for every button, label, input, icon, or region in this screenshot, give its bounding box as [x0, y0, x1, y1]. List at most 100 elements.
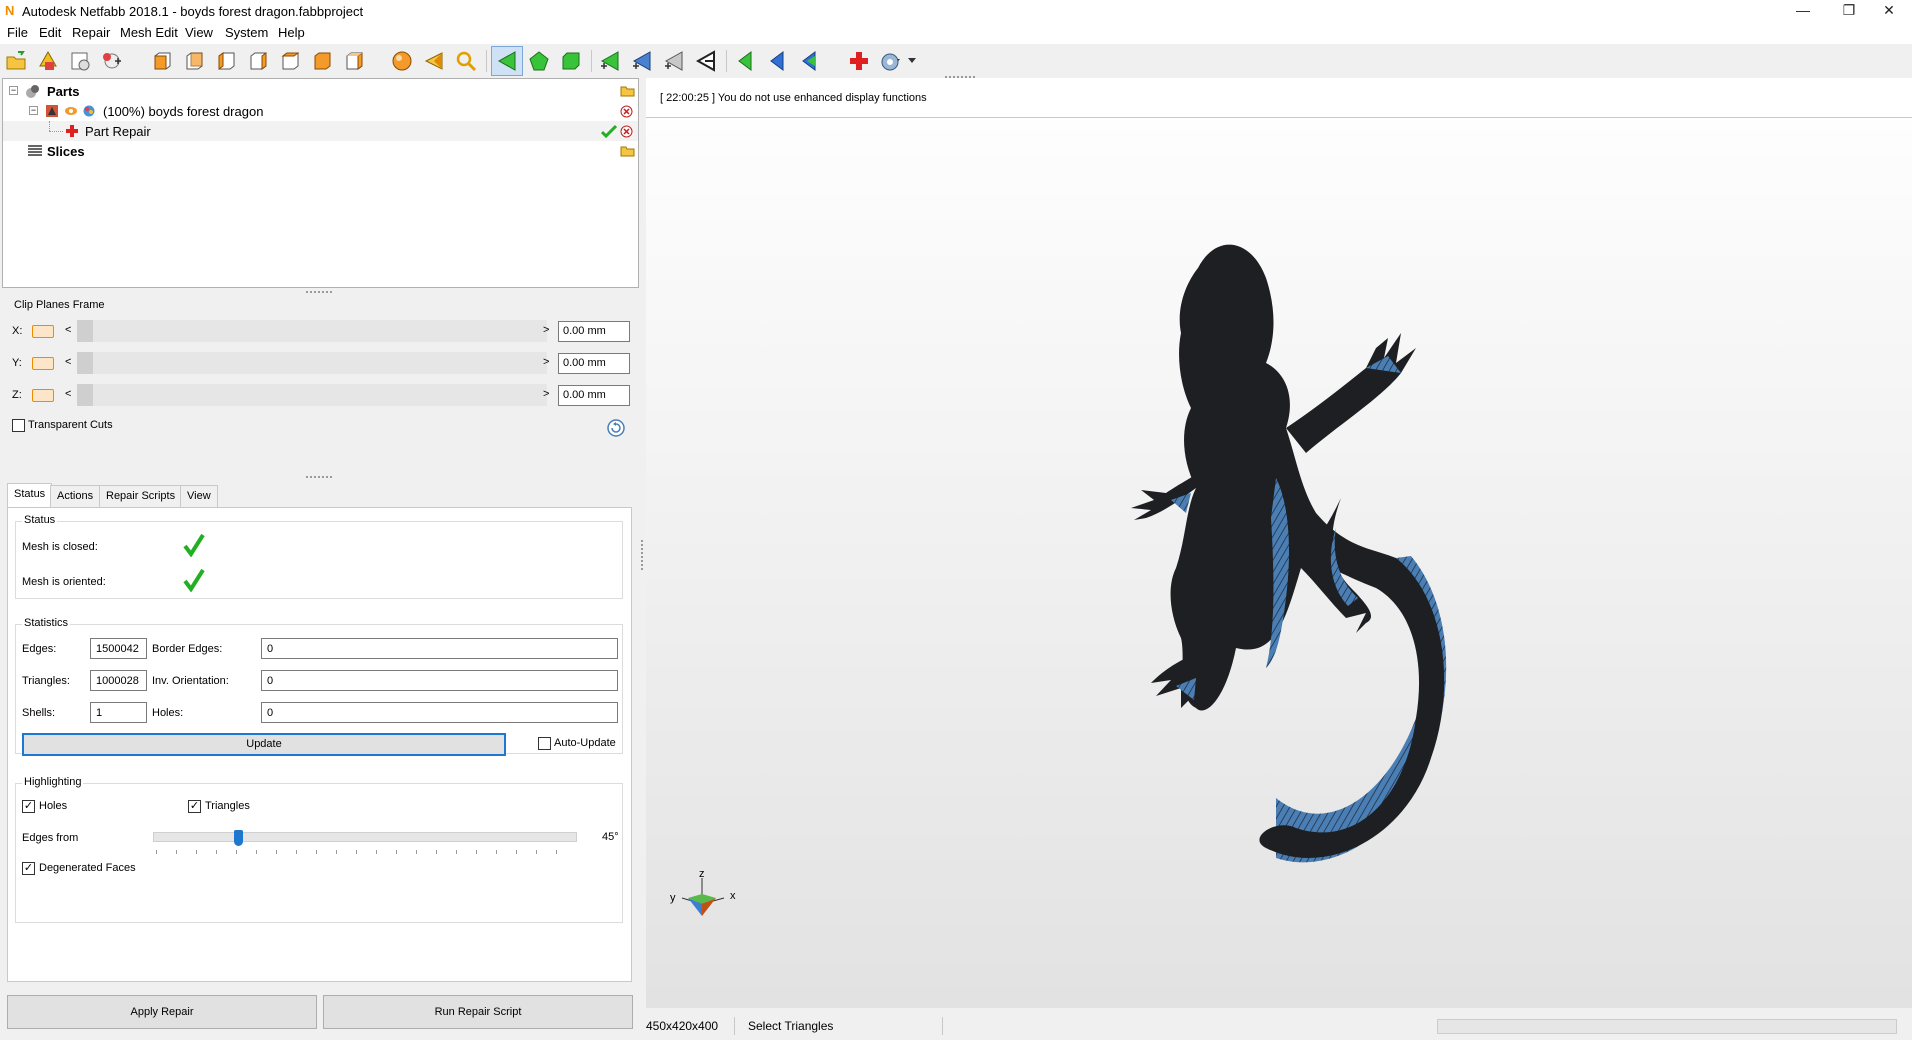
- transparent-cuts-checkbox[interactable]: [12, 419, 25, 432]
- view-front-icon[interactable]: [150, 49, 174, 73]
- remove-part-icon[interactable]: [620, 105, 633, 118]
- apply-check-icon[interactable]: [601, 124, 617, 138]
- add-part-icon[interactable]: [36, 49, 60, 73]
- color-palette-icon[interactable]: [83, 105, 95, 117]
- folder-open-icon[interactable]: [620, 143, 635, 157]
- cancel-repair-icon[interactable]: [620, 125, 633, 138]
- toolbar-separator: [591, 50, 592, 72]
- update-button[interactable]: Update: [22, 733, 506, 756]
- clip-value-y[interactable]: 0.00 mm: [558, 353, 630, 374]
- clip-plane-toggle[interactable]: [32, 389, 54, 402]
- tree-node-part[interactable]: − (100%) boyds forest dragon: [3, 101, 638, 121]
- splitter-grip[interactable]: [306, 476, 332, 478]
- view-back-icon[interactable]: [182, 49, 206, 73]
- tree-node-part-repair[interactable]: Part Repair: [3, 121, 638, 141]
- slider-thumb[interactable]: [77, 384, 93, 406]
- progress-bar: [1437, 1019, 1897, 1034]
- zoom-icon[interactable]: [454, 49, 478, 73]
- triangles-field[interactable]: 1000028: [90, 670, 147, 691]
- open-project-icon[interactable]: [4, 49, 28, 73]
- clip-value-x[interactable]: 0.00 mm: [558, 321, 630, 342]
- add-icon[interactable]: [100, 49, 124, 73]
- folder-open-icon[interactable]: [620, 83, 635, 97]
- view-bottom-icon[interactable]: [310, 49, 334, 73]
- collapse-toggle-icon[interactable]: −: [9, 86, 18, 95]
- visibility-eye-icon[interactable]: [65, 106, 77, 116]
- 3d-viewport[interactable]: [ 22:00:25 ] You do not use enhanced dis…: [646, 78, 1912, 1008]
- load-icon[interactable]: [68, 49, 92, 73]
- holes-checkbox[interactable]: ✓: [22, 800, 35, 813]
- select-triangle-icon[interactable]: [495, 49, 519, 73]
- edges-angle-value: 45°: [602, 831, 619, 843]
- tri-brush-icon[interactable]: [694, 49, 718, 73]
- tri-gray-icon[interactable]: [662, 49, 686, 73]
- green-blue-arrow-icon[interactable]: [797, 49, 821, 73]
- clip-planes-title: Clip Planes Frame: [14, 299, 105, 311]
- repair-cross-icon[interactable]: [847, 49, 871, 73]
- run-repair-script-button[interactable]: Run Repair Script: [323, 995, 633, 1029]
- clip-decrement[interactable]: <: [65, 356, 71, 368]
- slider-thumb[interactable]: [77, 320, 93, 342]
- view-left-icon[interactable]: [214, 49, 238, 73]
- chevron-down-icon[interactable]: [908, 58, 916, 64]
- clip-increment[interactable]: >: [543, 324, 549, 336]
- menu-system[interactable]: System: [225, 25, 268, 40]
- triangles-checkbox[interactable]: ✓: [188, 800, 201, 813]
- view-iso-icon[interactable]: [342, 49, 366, 73]
- highlighting-group-title: Highlighting: [22, 776, 84, 788]
- shells-field[interactable]: 1: [90, 702, 147, 723]
- clip-decrement[interactable]: <: [65, 324, 71, 336]
- splitter-grip[interactable]: [306, 291, 332, 293]
- clip-plane-toggle[interactable]: [32, 325, 54, 338]
- blue-arrow-left-icon[interactable]: [765, 49, 789, 73]
- view-top-icon[interactable]: [278, 49, 302, 73]
- clip-increment[interactable]: >: [543, 356, 549, 368]
- clip-slider-z[interactable]: [77, 384, 547, 406]
- view-right-icon[interactable]: [246, 49, 270, 73]
- add-triangle-icon[interactable]: [598, 49, 622, 73]
- inv-orientation-field[interactable]: 0: [261, 670, 618, 691]
- tree-node-parts[interactable]: − Parts: [3, 81, 638, 101]
- statistics-group-title: Statistics: [22, 617, 71, 629]
- vertical-splitter-grip[interactable]: [641, 540, 643, 570]
- clip-slider-x[interactable]: [77, 320, 547, 342]
- reset-icon[interactable]: [607, 419, 625, 437]
- menu-help[interactable]: Help: [278, 25, 305, 40]
- menu-file[interactable]: File: [7, 25, 28, 40]
- menu-repair[interactable]: Repair: [72, 25, 110, 40]
- edges-field[interactable]: 1500042: [90, 638, 147, 659]
- tab-repair-scripts[interactable]: Repair Scripts: [99, 485, 183, 507]
- slider-thumb[interactable]: [234, 830, 244, 846]
- toolbar-separator: [726, 50, 727, 72]
- add-triangle-alt-icon[interactable]: [630, 49, 654, 73]
- select-surface-icon[interactable]: [527, 49, 551, 73]
- slider-thumb[interactable]: [77, 352, 93, 374]
- clip-value-z[interactable]: 0.00 mm: [558, 385, 630, 406]
- clip-plane-toggle[interactable]: [32, 357, 54, 370]
- clip-decrement[interactable]: <: [65, 388, 71, 400]
- tab-view[interactable]: View: [180, 485, 218, 507]
- tab-actions[interactable]: Actions: [50, 485, 101, 507]
- green-arrow-left-icon[interactable]: [733, 49, 757, 73]
- menu-view[interactable]: View: [185, 25, 213, 40]
- select-shell-icon[interactable]: [559, 49, 583, 73]
- repair-tools-icon[interactable]: [879, 49, 903, 73]
- menu-mesh-edit[interactable]: Mesh Edit: [120, 25, 178, 40]
- degenerated-faces-checkbox[interactable]: ✓: [22, 862, 35, 875]
- close-button[interactable]: ✕: [1866, 0, 1912, 22]
- auto-update-checkbox[interactable]: [538, 737, 551, 750]
- dragon-model[interactable]: [1126, 238, 1526, 938]
- tree-node-slices[interactable]: Slices: [3, 141, 638, 161]
- collapse-toggle-icon[interactable]: −: [29, 106, 38, 115]
- select-arrow-icon[interactable]: [422, 49, 446, 73]
- clip-slider-y[interactable]: [77, 352, 547, 374]
- menu-edit[interactable]: Edit: [39, 25, 61, 40]
- holes-field[interactable]: 0: [261, 702, 618, 723]
- shaded-sphere-icon[interactable]: [390, 49, 414, 73]
- border-edges-field[interactable]: 0: [261, 638, 618, 659]
- tab-status[interactable]: Status: [7, 483, 53, 507]
- edges-angle-slider[interactable]: [153, 830, 577, 846]
- minimize-button[interactable]: —: [1780, 0, 1826, 22]
- clip-increment[interactable]: >: [543, 388, 549, 400]
- apply-repair-button[interactable]: Apply Repair: [7, 995, 317, 1029]
